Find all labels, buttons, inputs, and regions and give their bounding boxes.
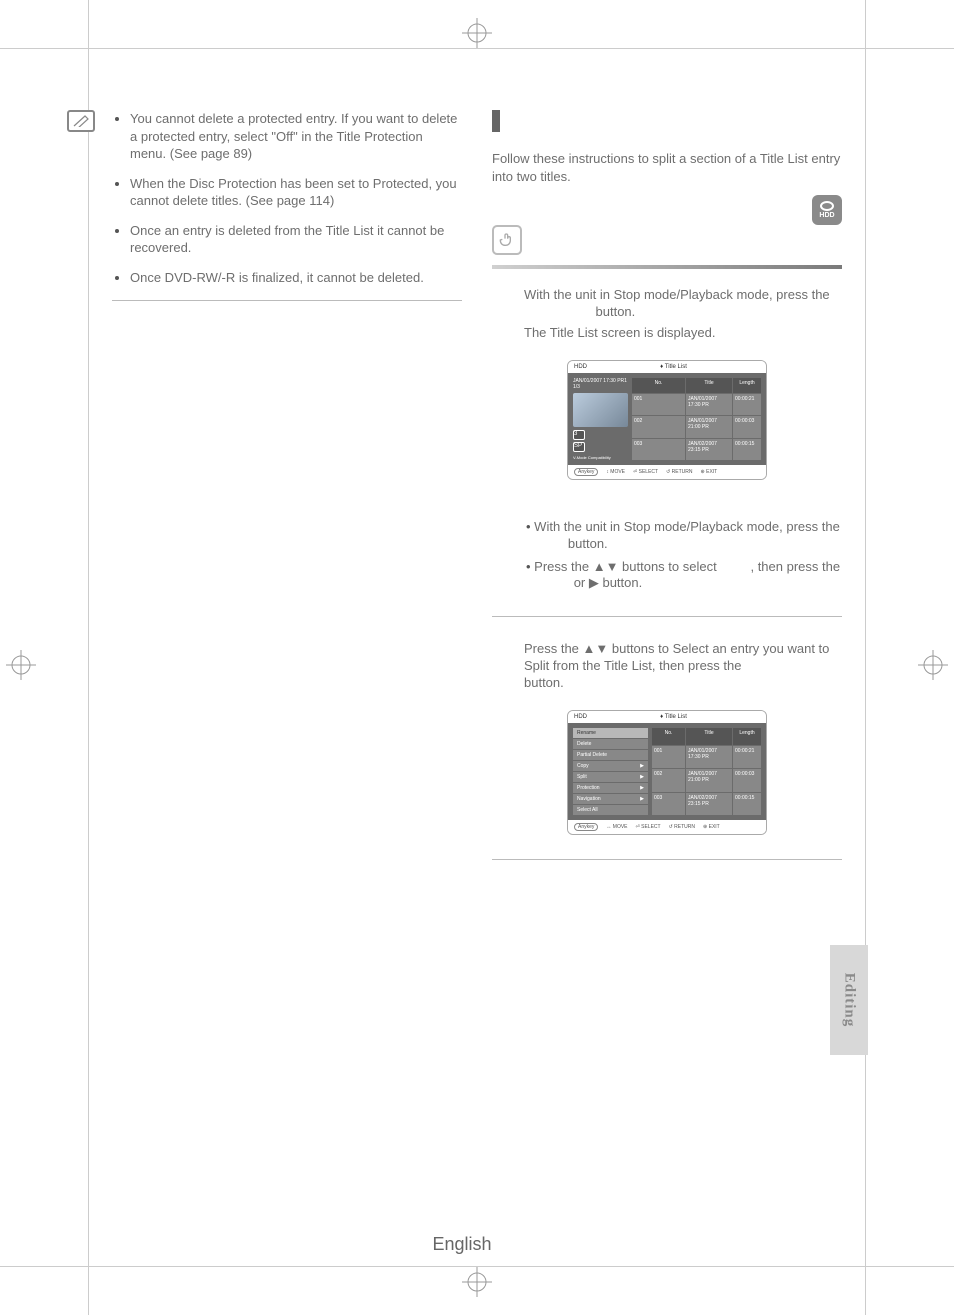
note-item: You cannot delete a protected entry. If … [130, 110, 462, 163]
crop-mark-icon [6, 650, 36, 680]
menu-item: Partial Delete [573, 750, 648, 760]
step-number: 2 [492, 641, 504, 667]
section-title: Splitting a Section of a Title (Split) [506, 112, 765, 130]
trim-line [88, 0, 89, 1315]
ss-table: No. Title Length 001 JAN/01/2007 17:30 P… [652, 728, 761, 815]
trim-line [865, 0, 866, 1315]
hdd-badge-icon: HDD [812, 195, 842, 225]
ss-thumbnail [573, 393, 628, 427]
ss-device: HDD [574, 364, 587, 370]
or-line: Press the ▲▼ buttons to select Title , t… [526, 559, 842, 593]
menu-item: Copy▶ [573, 761, 648, 771]
menu-item: Delete [573, 739, 648, 749]
section-intro: Follow these instructions to split a sec… [492, 150, 842, 185]
or-line: With the unit in Stop mode/Playback mode… [526, 519, 842, 553]
side-tab-label: Editing [841, 973, 858, 1028]
crop-mark-icon [462, 18, 492, 48]
or-block: Or Using the MENU button. With the unit … [526, 498, 842, 593]
or-label: Or [492, 498, 507, 513]
gradient-divider [492, 265, 842, 269]
manual-page: You cannot delete a protected entry. If … [0, 0, 954, 1315]
ss-badge: 3 [573, 430, 585, 440]
using-menu-line: Using the MENU button. [526, 498, 842, 513]
step-text: With the unit in Stop mode/Playback mode… [524, 287, 842, 321]
note-item: Once an entry is deleted from the Title … [130, 222, 462, 257]
press-button-icon [492, 225, 522, 255]
trim-line [0, 48, 954, 49]
page-footer: English - 95 [0, 1234, 954, 1255]
ss-device: HDD [574, 714, 587, 720]
menu-item: Protection▶ [573, 783, 648, 793]
ss-footer: Anykey ↕ MOVE ⏎ SELECT ↺ RETURN ⊕ EXIT [568, 465, 766, 479]
ss-badge-stack: 3 SP [573, 430, 628, 452]
ss-heading: Title List [665, 364, 687, 370]
footer-language: English [432, 1234, 491, 1254]
divider [112, 300, 462, 301]
note-item: Once DVD-RW/-R is finalized, it cannot b… [130, 269, 462, 287]
crop-mark-icon [918, 650, 948, 680]
menu-item: Rename [573, 728, 648, 738]
ss-badge: SP [573, 442, 585, 452]
title-list-screenshot: HDD ♦ Title List JAN/01/2007 17:30 PR1 1… [567, 360, 767, 480]
step-number: 1 [492, 287, 504, 313]
divider [492, 859, 842, 860]
note-item: When the Disc Protection has been set to… [130, 175, 462, 210]
footer-page: - 95 [499, 1238, 521, 1253]
menu-item: Select All [573, 805, 648, 815]
anykey-menu-screenshot: HDD ♦ Title List Rename Delete Partial D… [567, 710, 767, 835]
heading-mark-icon [492, 110, 500, 132]
crop-mark-icon [462, 1267, 492, 1297]
hdd-label: HDD [819, 212, 834, 219]
step-text: Press the ▲▼ buttons to Select an entry … [524, 641, 842, 692]
step-2: 2 Press the ▲▼ buttons to Select an entr… [524, 641, 842, 692]
ss-info: JAN/01/2007 17:30 PR1 1/3 [573, 378, 628, 390]
menu-item: Navigation▶ [573, 794, 648, 804]
section-heading: Splitting a Section of a Title (Split) [492, 110, 842, 132]
note-list: You cannot delete a protected entry. If … [112, 110, 462, 286]
menu-item: Split▶ [573, 772, 648, 782]
ss-context-menu: Rename Delete Partial Delete Copy▶ Split… [573, 728, 648, 815]
step-text: The Title List screen is displayed. [524, 325, 842, 342]
section-side-tab: Editing [830, 945, 868, 1055]
left-column: You cannot delete a protected entry. If … [112, 110, 462, 884]
ss-heading: Title List [665, 714, 687, 720]
note-icon [67, 110, 95, 132]
ss-badge: V-Mode Compatibility [573, 455, 628, 460]
right-column: Splitting a Section of a Title (Split) F… [492, 110, 842, 884]
ss-table: No. Title Length 001 JAN/01/2007 17:30 P… [632, 378, 761, 460]
ss-footer: Anykey ↔ MOVE ⏎ SELECT ↺ RETURN ⊕ EXIT [568, 820, 766, 834]
divider [492, 616, 842, 617]
trim-line [0, 1266, 954, 1267]
step-1: 1 With the unit in Stop mode/Playback mo… [524, 287, 842, 342]
